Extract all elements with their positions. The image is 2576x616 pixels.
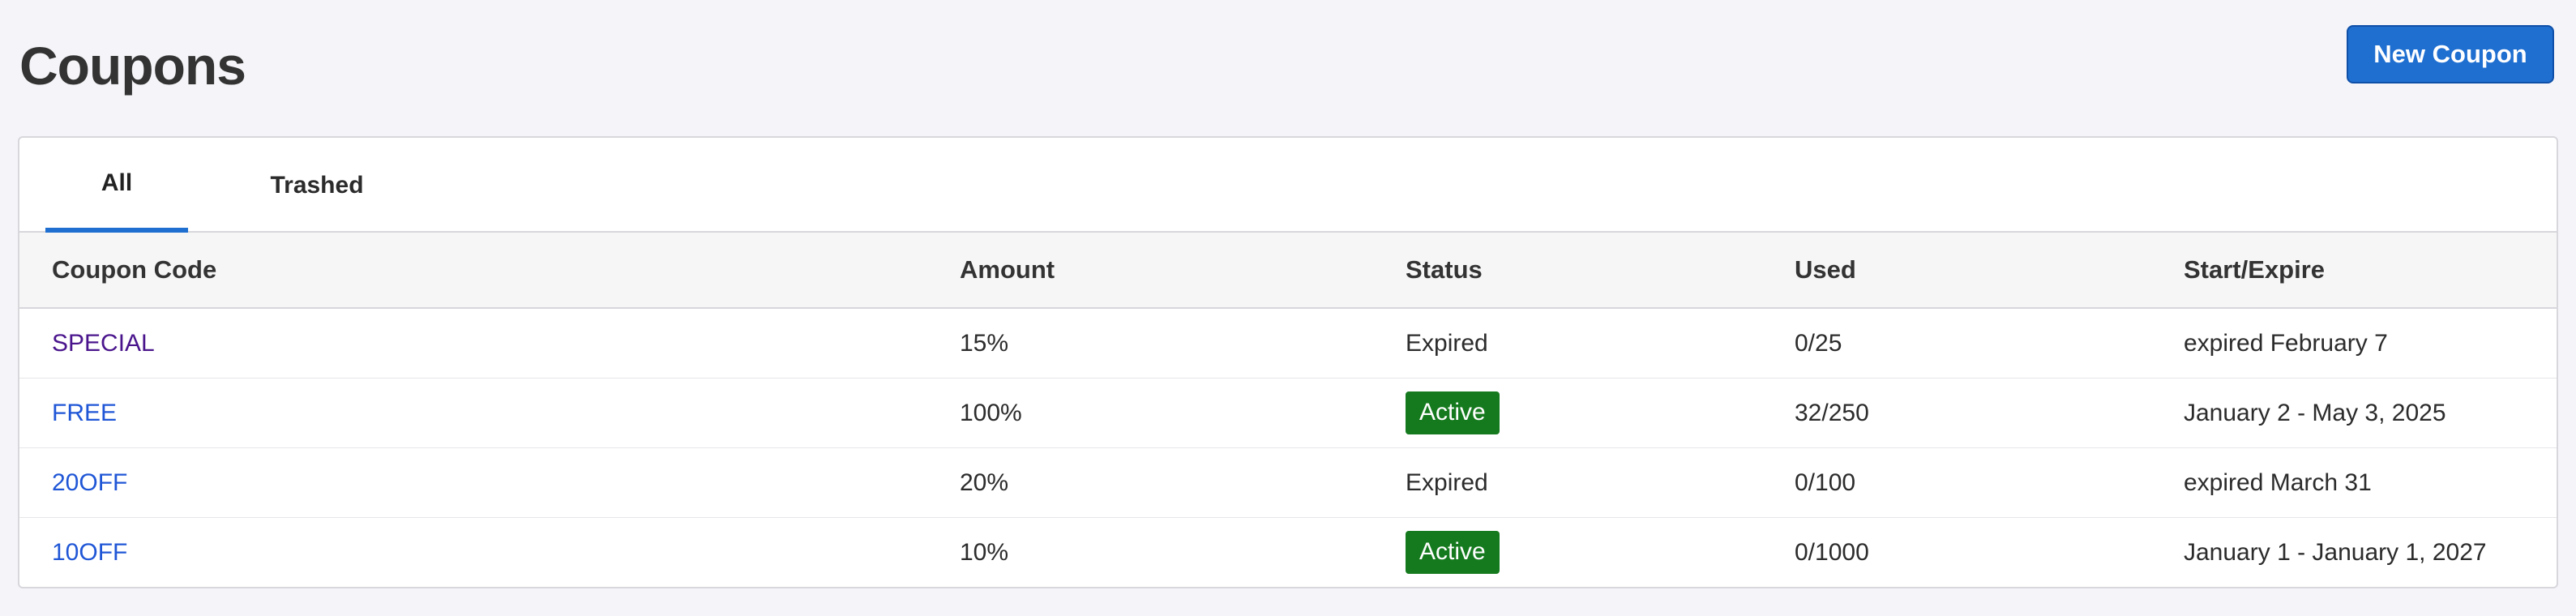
table-row: 20OFF 20% Expired 0/100 expired March 31 xyxy=(19,448,2557,518)
coupons-page: Coupons New Coupon All Trashed Coupon Co… xyxy=(0,0,2576,616)
page-header: Coupons New Coupon xyxy=(19,21,2557,110)
table-row: FREE 100% Active 32/250 January 2 - May … xyxy=(19,379,2557,448)
coupon-amount: 100% xyxy=(960,399,1022,426)
table-row: SPECIAL 15% Expired 0/25 expired Februar… xyxy=(19,309,2557,379)
column-header-amount: Amount xyxy=(960,255,1055,284)
coupon-dates: expired February 7 xyxy=(2184,329,2388,357)
page-title: Coupons xyxy=(19,36,246,96)
status-badge-active: Active xyxy=(1406,391,1500,434)
coupons-panel: All Trashed Coupon Code Amount Status Us… xyxy=(18,136,2558,588)
coupon-dates: expired March 31 xyxy=(2184,468,2372,496)
table-header: Coupon Code Amount Status Used Start/Exp… xyxy=(19,233,2557,309)
coupons-table: Coupon Code Amount Status Used Start/Exp… xyxy=(19,233,2557,587)
coupon-used: 32/250 xyxy=(1795,399,1869,426)
coupon-used: 0/100 xyxy=(1795,468,1856,496)
coupon-status: Expired xyxy=(1406,329,1488,357)
new-coupon-button[interactable]: New Coupon xyxy=(2347,25,2554,83)
coupon-code-link[interactable]: SPECIAL xyxy=(52,330,155,357)
coupon-amount: 20% xyxy=(960,468,1009,496)
coupon-code-link[interactable]: FREE xyxy=(52,400,117,427)
table-row: 10OFF 10% Active 0/1000 January 1 - Janu… xyxy=(19,518,2557,587)
tab-trashed[interactable]: Trashed xyxy=(227,138,407,233)
coupon-code-link[interactable]: 20OFF xyxy=(52,469,127,497)
coupon-used: 0/25 xyxy=(1795,329,1842,357)
coupon-used: 0/1000 xyxy=(1795,538,1869,566)
tab-all[interactable]: All xyxy=(45,138,188,233)
column-header-status: Status xyxy=(1406,255,1483,284)
status-badge-active: Active xyxy=(1406,531,1500,574)
column-header-start-expire: Start/Expire xyxy=(2184,255,2326,284)
coupon-tabs: All Trashed xyxy=(19,138,2557,233)
coupon-amount: 15% xyxy=(960,329,1009,357)
coupon-status: Expired xyxy=(1406,468,1488,496)
coupon-dates: January 1 - January 1, 2027 xyxy=(2184,538,2487,566)
coupon-code-link[interactable]: 10OFF xyxy=(52,539,127,567)
column-header-used: Used xyxy=(1795,255,1856,284)
coupon-amount: 10% xyxy=(960,538,1009,566)
column-header-coupon-code: Coupon Code xyxy=(52,255,217,284)
coupon-dates: January 2 - May 3, 2025 xyxy=(2184,399,2446,426)
